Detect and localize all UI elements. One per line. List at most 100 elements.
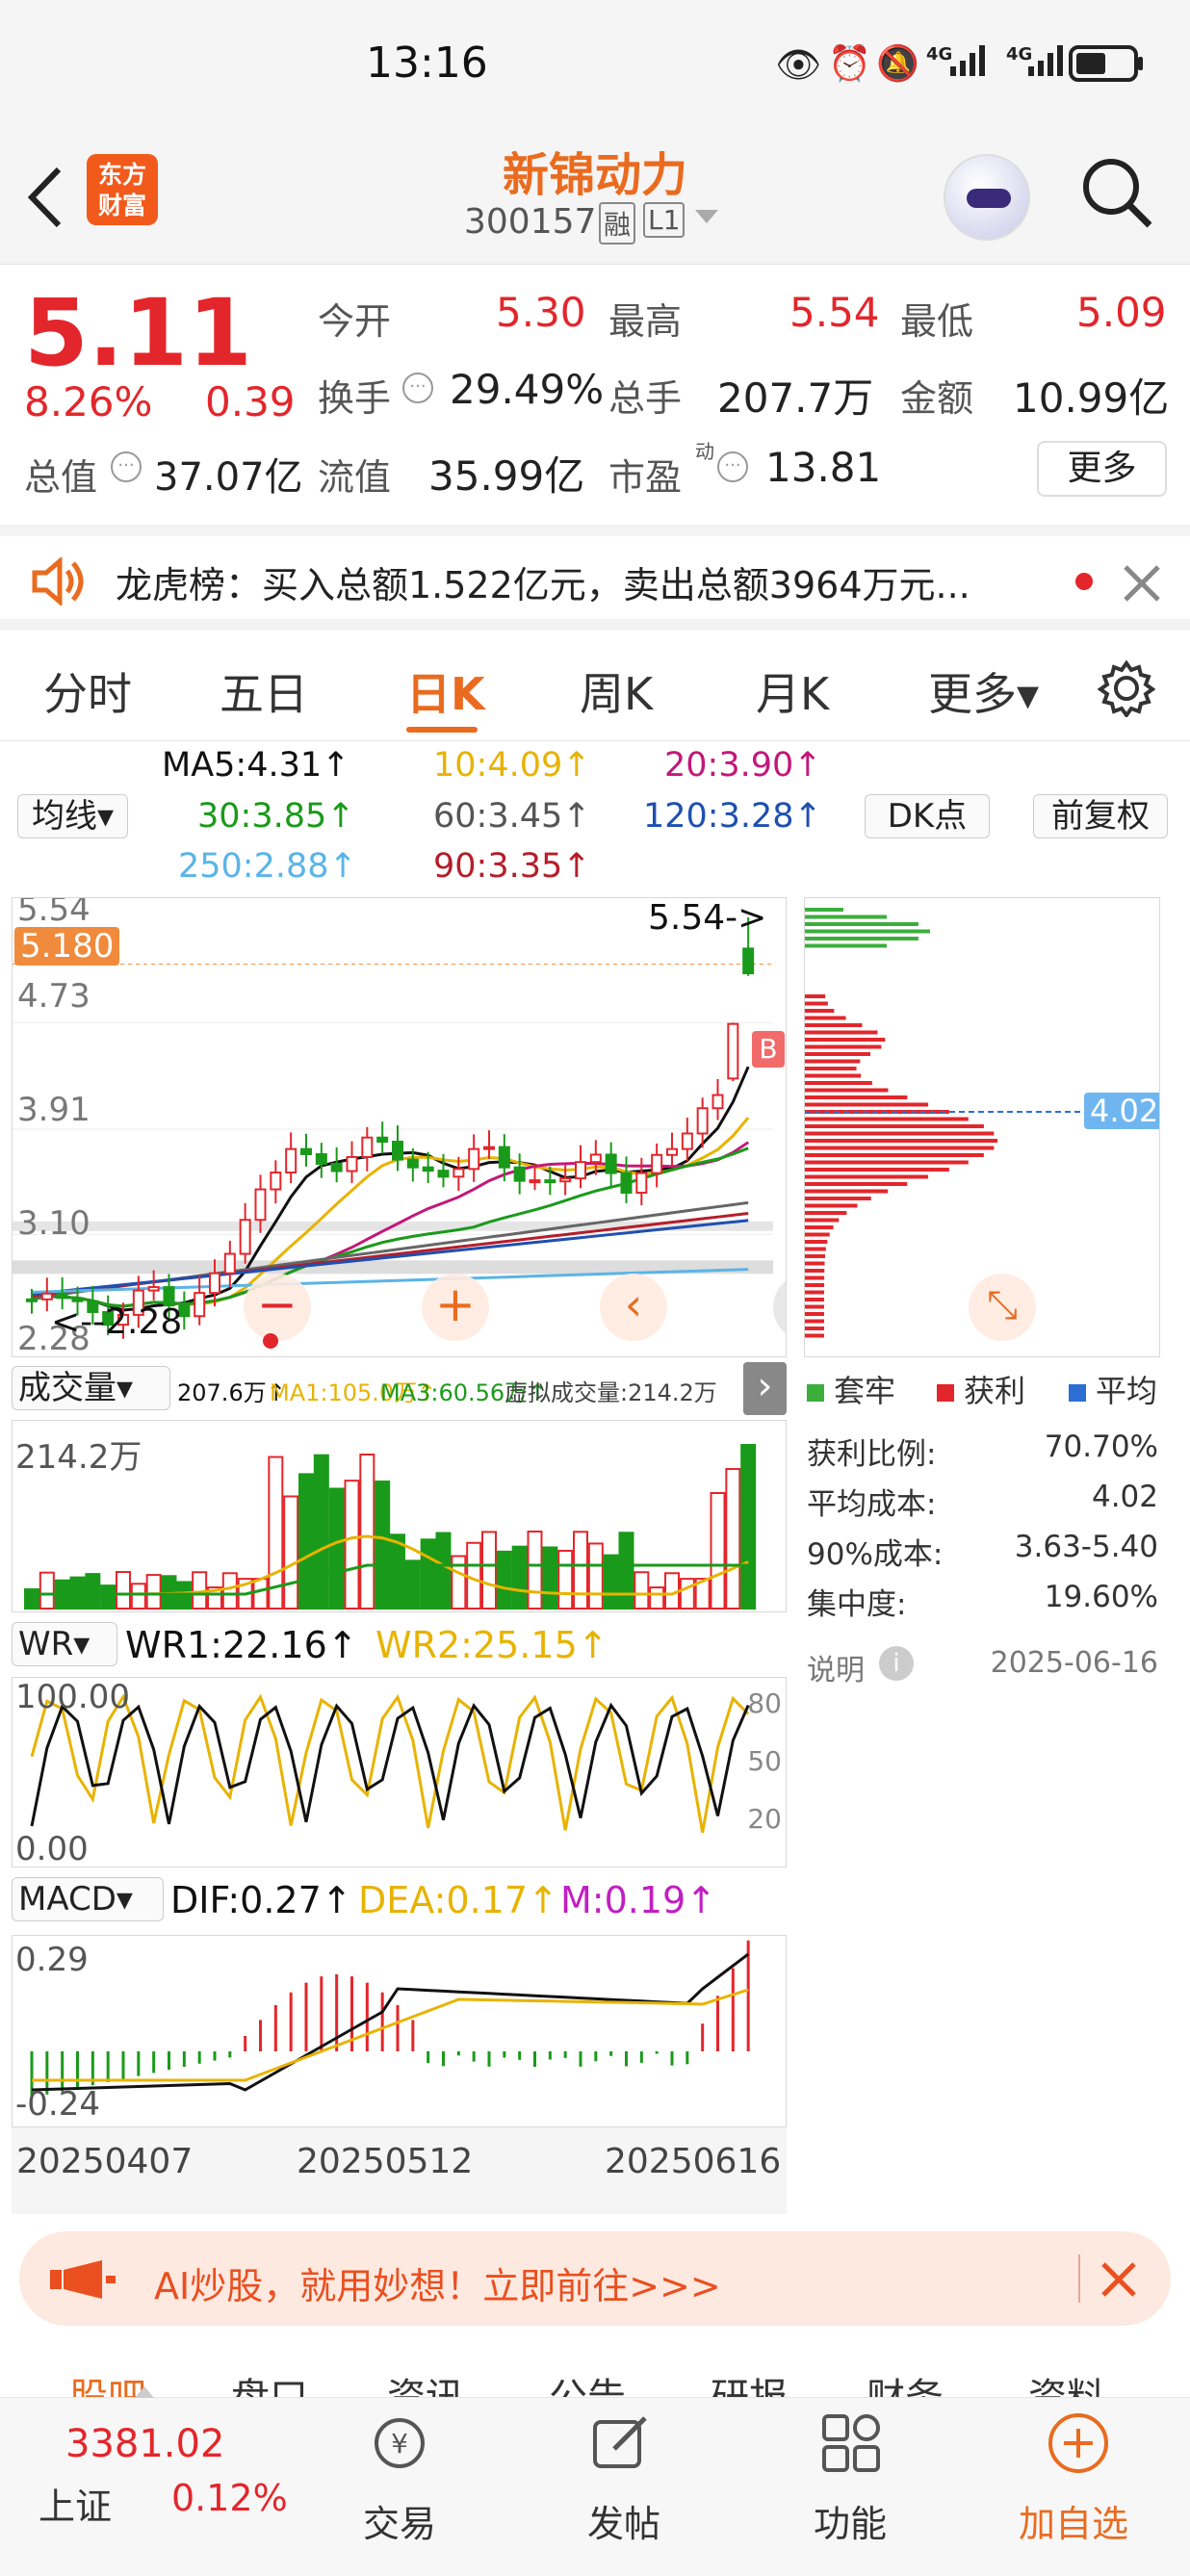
tab-notice[interactable]: 公告 [549,2366,626,2399]
float-cap-value: 35.99亿 [428,452,585,500]
code-dropdown-icon[interactable] [695,210,718,223]
signal-bars-icon [950,45,985,76]
candle-body [40,1292,53,1301]
tab-intraday[interactable]: 分时 [43,659,132,723]
robot-assistant-icon[interactable] [944,154,1030,241]
chip-bar [805,1088,889,1093]
candle-body [620,1172,633,1195]
candle-body [651,1153,663,1174]
more-button[interactable]: 更多 [1037,441,1167,497]
stat-value: 4.02 [1091,1480,1158,1514]
chip-bar [805,914,887,919]
axis-l1: 4.73 [17,977,91,1016]
volume-bar [39,1571,55,1610]
zoom-in-button[interactable]: + [422,1274,489,1341]
post-button[interactable]: 发帖 [587,2494,660,2547]
volume-chart[interactable]: 214.2万 [12,1420,787,1612]
volume-bar [313,1454,329,1610]
info-icon[interactable]: ··· [717,451,748,482]
volume-bar [404,1559,421,1610]
chip-distribution[interactable]: 4.02 ⤡ [804,897,1160,1357]
close-icon[interactable] [1099,2260,1138,2299]
tab-finance[interactable]: 财务 [867,2366,944,2399]
search-icon[interactable] [1078,154,1155,231]
volume-bar [557,1550,574,1610]
collapse-arrow-icon[interactable] [135,2386,154,2398]
candle-body [605,1153,617,1174]
volume-bar [725,1468,741,1610]
tab-monthly-k[interactable]: 月K [756,659,829,723]
chip-bar [805,1211,847,1215]
info-icon[interactable]: ··· [402,373,433,403]
tab-profile[interactable]: 资料 [1028,2366,1105,2399]
ma250-value: 250:2.88↑ [178,847,357,886]
tab-5day[interactable]: 五日 [220,659,308,723]
buy-mark: B [752,1031,785,1068]
chip-stats: 套牢 获利 平均 获利比例: 70.70% 平均成本: 4.02 90%成本: … [807,1367,1173,1687]
chip-bar [805,1124,984,1128]
stat-label: 90%成本: [807,1537,944,1572]
chip-note-link[interactable]: 说明 [807,1646,865,1688]
candle-body [468,1147,480,1171]
ai-banner[interactable]: AI炒股，就用妙想！立即前往>>> [19,2231,1171,2326]
tab-pankou[interactable]: 盘口 [231,2366,308,2399]
tab-daily-k[interactable]: 日K [406,659,485,723]
stat-value: 19.60% [1044,1580,1158,1614]
adjust-button[interactable]: 前复权 [1033,794,1168,838]
chip-bar [805,1283,825,1287]
period-tabs: 分时 五日 日K 周K 月K 更多▾ [0,631,1190,741]
wr-chart[interactable]: 100.00 0.00 80 50 20 [12,1677,787,1868]
volume-header: 成交量▾ 207.6万↑ MA1:105.0万↑ MA3:60.56万↑ 虚拟成… [12,1362,787,1415]
tab-research[interactable]: 研报 [711,2366,788,2399]
tab-more[interactable]: 更多▾ [928,659,1039,723]
candle-body [666,1147,678,1156]
ma10-value: 10:4.09↑ [433,746,591,785]
candle-body [346,1155,358,1172]
margin-tag: 融 [599,202,636,245]
macd-chart[interactable]: 0.29 -0.24 [12,1935,787,2127]
chip-bar [805,1038,886,1042]
macd-selector[interactable]: MACD▾ [12,1877,164,1921]
kline-chart[interactable]: 5.180 5.54 4.73 3.91 3.10 2.28 5.54-> <-… [12,897,787,1357]
dk-point-button[interactable]: DK点 [865,794,990,838]
expand-icon[interactable]: ⤡ [969,1274,1036,1341]
chip-bar [805,1117,969,1121]
zoom-out-button[interactable]: − [244,1274,311,1341]
chip-bar [805,1059,861,1064]
candle-body [681,1132,693,1150]
volume-bar [481,1531,497,1610]
stock-code: 300157 [464,202,597,242]
candle-body [147,1286,160,1292]
divider [1078,2254,1080,2303]
tab-weekly-k[interactable]: 周K [580,659,653,723]
add-watchlist-button[interactable]: 加自选 [1019,2494,1128,2547]
function-button[interactable]: 功能 [814,2494,887,2547]
tab-news[interactable]: 资讯 [387,2366,464,2399]
info-icon[interactable]: i [879,1646,914,1681]
candle-body [742,947,755,975]
close-icon[interactable] [1122,563,1162,604]
candle-body [285,1147,298,1174]
turnover-label: 换手 [318,377,392,420]
volume-label: 总手 [608,377,683,420]
volume-bar [145,1574,162,1610]
trade-button[interactable]: 交易 [363,2494,436,2547]
chip-bar [805,1030,878,1035]
chip-bar [805,1174,929,1179]
expand-panel-icon[interactable]: › [743,1362,787,1415]
info-icon[interactable]: ··· [111,451,142,482]
legend-average: 平均 [1069,1367,1157,1411]
wr-selector[interactable]: WR▾ [12,1622,117,1666]
ma60-value: 60:3.45↑ [433,797,591,836]
ma-selector[interactable]: 均线▾ [17,794,128,838]
wr-80-label: 80 [747,1687,782,1719]
scroll-left-button[interactable]: ‹ [600,1274,667,1341]
volume-selector[interactable]: 成交量▾ [12,1366,170,1410]
candle-body [330,1162,343,1172]
svg-text:¥: ¥ [391,2428,408,2460]
notice-bar[interactable]: 龙虎榜：买入总额1.522亿元，卖出总额3964万元... [0,525,1190,631]
macd-dea: DEA:0.17↑ [358,1879,558,1921]
status-bar: 13:16 👁 ⏰ 🔕 4G 4G [0,0,1190,125]
gear-icon[interactable] [1098,659,1155,717]
stock-header: 东方 财富 新锦动力 300157 融 L1 [0,125,1190,265]
